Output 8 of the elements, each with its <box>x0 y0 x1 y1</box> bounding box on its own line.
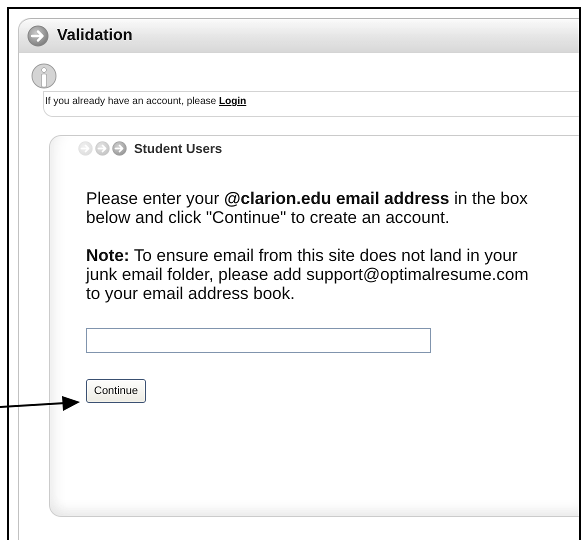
instruction-text: Note: To ensure email from this site does not land in your junk email folder, please add support@optimalresume.com to your email address book. <box>86 246 530 303</box>
login-link[interactable]: Login <box>219 96 246 107</box>
info-text: If you already have an account, please Login <box>45 96 246 107</box>
instruction-text: Please enter your @clarion.edu email address in the box below and click "Continue" to create an account. <box>86 189 529 227</box>
panel-title: Validation <box>57 27 133 45</box>
email-field[interactable] <box>86 328 431 353</box>
continue-button[interactable]: Continue <box>86 379 146 403</box>
box-title: Student Users <box>134 140 222 156</box>
